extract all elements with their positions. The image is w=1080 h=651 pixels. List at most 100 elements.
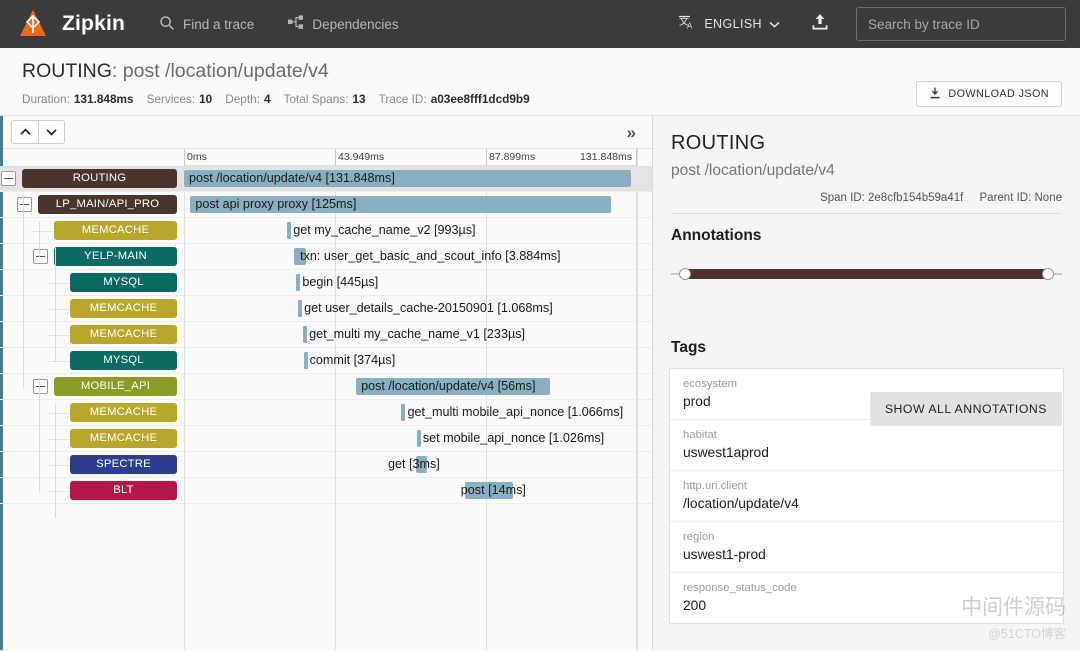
meta-value-depth: 4: [264, 92, 271, 106]
trace-endpoint-name: post /location/update/v4: [123, 60, 329, 82]
timeline-grid: 0ms43.949ms87.899ms131.848ms ROUTINGpost…: [0, 149, 652, 650]
timeline-toolbar: »: [0, 116, 652, 149]
meta-label-total-spans: Total Spans:: [284, 92, 349, 106]
collapse-all-button[interactable]: [12, 121, 38, 143]
parent-id-value: None: [1035, 192, 1063, 204]
span-bar[interactable]: [303, 326, 307, 343]
nav-find-a-trace[interactable]: Find a trace: [159, 15, 254, 34]
service-badge[interactable]: YELP-MAIN: [54, 247, 177, 266]
meta-value-duration: 131.848ms: [74, 92, 134, 106]
service-badge[interactable]: BLT: [70, 481, 177, 500]
span-row-name-cell: MEMCACHE: [0, 218, 184, 244]
expand-detail-panel-button[interactable]: »: [627, 124, 640, 141]
span-bar[interactable]: [287, 222, 291, 239]
trace-title-separator: :: [112, 60, 123, 82]
tag-row: habitatuswest1aprod: [670, 420, 1063, 471]
service-badge[interactable]: MYSQL: [70, 273, 177, 292]
span-bar[interactable]: [184, 170, 631, 187]
service-badge[interactable]: MOBILE_API: [54, 377, 177, 396]
trace-service-name: ROUTING: [22, 60, 112, 82]
span-tree-toggle[interactable]: [33, 249, 48, 264]
span-row-name-cell: MEMCACHE: [0, 322, 184, 348]
show-all-annotations-button[interactable]: SHOW ALL ANNOTATIONS: [870, 392, 1062, 426]
download-json-button[interactable]: DOWNLOAD JSON: [916, 81, 1062, 107]
span-bar[interactable]: [294, 248, 306, 265]
span-detail-service: ROUTING: [671, 132, 1062, 155]
span-identifiers: Span ID: 2e8cfb154b59a41f Parent ID: Non…: [671, 192, 1062, 214]
span-bar[interactable]: [356, 378, 550, 395]
search-trace-id-input[interactable]: [856, 7, 1066, 41]
nav-dependencies-label: Dependencies: [312, 17, 398, 32]
tree-guide: [39, 222, 40, 258]
span-bar[interactable]: [465, 482, 513, 499]
tag-key: ecosystem: [683, 378, 1050, 390]
span-row-name-cell: SPECTRE: [0, 452, 184, 478]
span-detail-header: ROUTING post /location/update/v4 Span ID…: [653, 116, 1080, 214]
navbar-right-group: 文 A ENGLISH: [679, 7, 1066, 41]
tree-guide: [32, 231, 54, 232]
zipkin-logo-icon[interactable]: [18, 9, 48, 39]
meta-value-trace-id: a03ee8fff1dcd9b9: [431, 92, 530, 106]
tag-row: response_status_code200: [670, 573, 1063, 623]
span-row-name-cell: MEMCACHE: [0, 296, 184, 322]
upload-icon: [810, 19, 830, 36]
ruler-tick-label: 0ms: [184, 151, 207, 163]
upload-trace-button[interactable]: [810, 12, 830, 37]
meta-label-depth: Depth:: [225, 92, 260, 106]
span-bar[interactable]: [401, 404, 405, 421]
nav-find-a-trace-label: Find a trace: [183, 17, 254, 32]
tree-guide: [23, 196, 24, 388]
tag-value: uswest1-prod: [683, 547, 1050, 562]
parent-id-label: Parent ID:: [980, 192, 1032, 204]
span-row-name-cell: YELP-MAIN: [0, 244, 184, 270]
service-badge[interactable]: MEMCACHE: [54, 221, 177, 240]
annotations-title: Annotations: [653, 214, 1080, 245]
service-badge[interactable]: SPECTRE: [70, 455, 177, 474]
span-bar[interactable]: [298, 300, 302, 317]
span-bar[interactable]: [417, 430, 421, 447]
service-badge[interactable]: LP_MAIN/API_PRO: [38, 195, 177, 214]
ruler-tick-label: 87.899ms: [486, 151, 535, 163]
meta-value-total-spans: 13: [352, 92, 365, 106]
span-tree-toggle[interactable]: [1, 171, 16, 186]
top-navbar: Zipkin Find a trace Dependencies 文: [0, 0, 1080, 48]
collapse-expand-group: [11, 120, 65, 144]
service-badge[interactable]: MYSQL: [70, 351, 177, 370]
annotation-slider-range: [685, 269, 1048, 279]
span-row-name-cell: MYSQL: [0, 270, 184, 296]
download-json-label: DOWNLOAD JSON: [948, 88, 1049, 100]
expand-all-button[interactable]: [38, 121, 64, 143]
service-badge[interactable]: MEMCACHE: [70, 429, 177, 448]
span-tree-toggle[interactable]: [33, 379, 48, 394]
meta-value-services: 10: [199, 92, 212, 106]
span-tree-toggle[interactable]: [17, 197, 32, 212]
span-bar[interactable]: [416, 456, 427, 473]
service-badge[interactable]: MEMCACHE: [70, 299, 177, 318]
tree-guide: [39, 378, 40, 492]
tree-guide: [48, 491, 70, 492]
service-badge[interactable]: MEMCACHE: [70, 325, 177, 344]
tag-row: regionuswest1-prod: [670, 522, 1063, 573]
span-row-name-cell: MOBILE_API: [0, 374, 184, 400]
service-badge[interactable]: ROUTING: [22, 169, 177, 188]
annotation-slider-end-handle[interactable]: [1042, 268, 1054, 280]
annotation-slider-start-handle[interactable]: [679, 268, 691, 280]
language-selector[interactable]: 文 A ENGLISH: [679, 15, 780, 34]
service-badge[interactable]: MEMCACHE: [70, 403, 177, 422]
span-bar[interactable]: [190, 196, 611, 213]
language-label: ENGLISH: [704, 17, 762, 31]
tree-guide: [48, 361, 70, 362]
span-bar[interactable]: [296, 274, 300, 291]
tree-guide: [55, 248, 56, 362]
span-row-name-cell: MEMCACHE: [0, 426, 184, 452]
nav-dependencies[interactable]: Dependencies: [288, 15, 398, 33]
span-row-name-cell: LP_MAIN/API_PRO: [0, 192, 184, 218]
tag-key: http.uri.client: [683, 480, 1050, 492]
tag-key: response_status_code: [683, 582, 1050, 594]
annotations-timeline-slider[interactable]: [671, 267, 1062, 281]
tag-row: http.uri.client/location/update/v4: [670, 471, 1063, 522]
span-bar[interactable]: [304, 352, 308, 369]
span-row-name-cell: MEMCACHE: [0, 400, 184, 426]
meta-label-services: Services:: [147, 92, 196, 106]
search-icon: [159, 15, 175, 34]
